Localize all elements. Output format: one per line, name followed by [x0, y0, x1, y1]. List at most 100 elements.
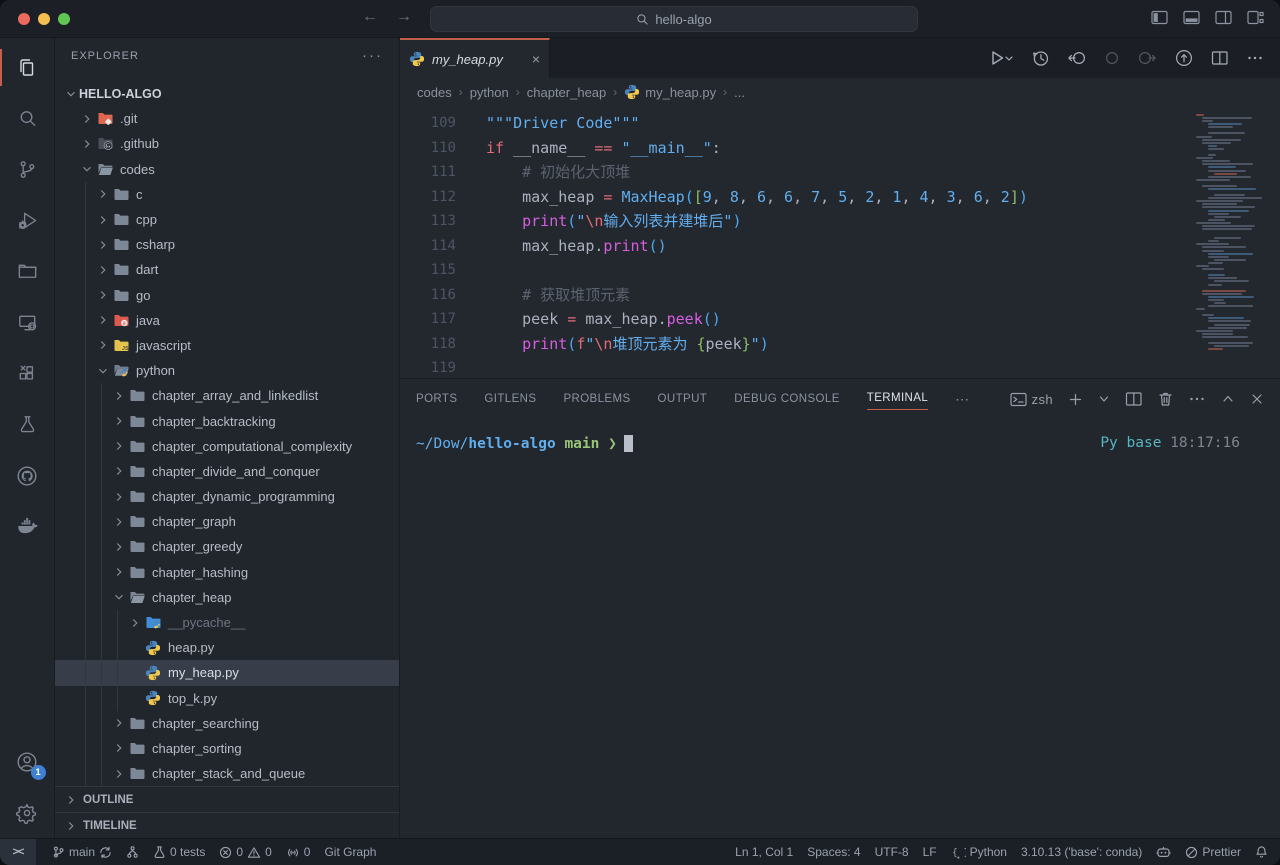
customize-layout-icon[interactable] — [1247, 10, 1264, 25]
panel-tab-ports[interactable]: PORTS — [416, 389, 457, 409]
layout-sidebar-left-icon[interactable] — [1151, 10, 1168, 25]
panel-more-tabs-icon[interactable]: ⋯ — [955, 387, 971, 412]
tree-item-java[interactable]: java — [55, 308, 399, 333]
split-editor-icon[interactable] — [1211, 50, 1229, 66]
navigate-forward-icon[interactable]: → — [396, 8, 412, 26]
close-tab-icon[interactable]: × — [532, 51, 540, 67]
code-editor[interactable]: 109"""Driver Code"""110if __name__ == "_… — [400, 106, 1280, 378]
tree-item-chapter-backtracking[interactable]: chapter_backtracking — [55, 408, 399, 433]
change-indicator-icon[interactable] — [1104, 49, 1120, 67]
breadcrumb-item[interactable]: python — [470, 85, 509, 100]
tree-item-chapter-greedy[interactable]: chapter_greedy — [55, 534, 399, 559]
tree-item-c[interactable]: c — [55, 182, 399, 207]
split-terminal[interactable] — [1125, 391, 1143, 407]
activity-item-accounts[interactable]: 1 — [0, 736, 55, 787]
activity-item-project-folder[interactable] — [0, 246, 55, 297]
timeline-history-icon[interactable] — [1031, 49, 1050, 68]
tree-item-dart[interactable]: dart — [55, 257, 399, 282]
tree-item-chapter-searching[interactable]: chapter_searching — [55, 711, 399, 736]
kill-terminal[interactable] — [1158, 391, 1173, 407]
activity-item-source-control[interactable] — [0, 144, 55, 195]
tree-item-python[interactable]: python — [55, 358, 399, 383]
statusbar-language-mode[interactable]: { }Python — [951, 845, 1007, 859]
statusbar-encoding[interactable]: UTF-8 — [875, 845, 909, 859]
previous-change-icon[interactable] — [1067, 49, 1087, 67]
tree-item--pycache-[interactable]: __pycache__ — [55, 610, 399, 635]
tree-item-chapter-dynamic-programming[interactable]: chapter_dynamic_programming — [55, 484, 399, 509]
panel-tab-problems[interactable]: PROBLEMS — [563, 389, 630, 409]
breadcrumb-item[interactable]: my_heap.py — [624, 84, 716, 100]
launch-profile[interactable] — [1098, 393, 1110, 405]
activity-item-extensions[interactable] — [0, 348, 55, 399]
activity-item-docker[interactable] — [0, 501, 55, 552]
minimap[interactable] — [1196, 114, 1264, 354]
tree-item--github[interactable]: .github — [55, 131, 399, 156]
more-actions-icon[interactable] — [1246, 50, 1264, 66]
navigate-back-icon[interactable]: ← — [362, 8, 378, 26]
tree-item-heap-py[interactable]: heap.py — [55, 635, 399, 660]
tree-item-chapter-sorting[interactable]: chapter_sorting — [55, 736, 399, 761]
activity-item-testing[interactable] — [0, 399, 55, 450]
statusbar-eol[interactable]: LF — [923, 845, 937, 859]
tree-item-csharp[interactable]: csharp — [55, 232, 399, 257]
layout-sidebar-right-icon[interactable] — [1215, 10, 1232, 25]
outline-section[interactable]: OUTLINE — [55, 786, 399, 812]
activity-item-run-and-debug[interactable] — [0, 195, 55, 246]
tree-item-my-heap-py[interactable]: my_heap.py — [55, 660, 399, 685]
tree-item-chapter-graph[interactable]: chapter_graph — [55, 509, 399, 534]
breadcrumb-item[interactable]: chapter_heap — [527, 85, 607, 100]
command-center-search[interactable]: hello-algo — [430, 6, 918, 32]
panel-tab-gitlens[interactable]: GITLENS — [484, 389, 536, 409]
close-panel[interactable] — [1250, 392, 1264, 406]
breadcrumb-item[interactable]: codes — [417, 85, 452, 100]
activity-item-settings[interactable] — [0, 787, 55, 838]
activity-item-search[interactable] — [0, 93, 55, 144]
tree-item-chapter-heap[interactable]: chapter_heap — [55, 585, 399, 610]
statusbar-git-graph-button[interactable] — [126, 845, 139, 859]
tree-item-chapter-divide-and-conquer[interactable]: chapter_divide_and_conquer — [55, 459, 399, 484]
timeline-section[interactable]: TIMELINE — [55, 812, 399, 838]
terminal[interactable]: ~/Dow/hello-algo main ❯ Py base 18:17:16 — [400, 419, 1280, 838]
statusbar-indentation[interactable]: Spaces: 4 — [807, 845, 860, 859]
tree-item-go[interactable]: go — [55, 283, 399, 308]
tree-item-chapter-stack-and-queue[interactable]: chapter_stack_and_queue — [55, 761, 399, 786]
layout-panel-icon[interactable] — [1183, 10, 1200, 25]
panel-tab-debug-console[interactable]: DEBUG CONSOLE — [734, 389, 840, 409]
tree-item-hello-algo[interactable]: HELLO-ALGO — [55, 81, 399, 106]
zoom-window-button[interactable] — [58, 13, 70, 25]
tree-item-codes[interactable]: codes — [55, 157, 399, 182]
tree-item-cpp[interactable]: cpp — [55, 207, 399, 232]
run-python-file-icon[interactable] — [988, 49, 1014, 67]
statusbar-notifications[interactable] — [1255, 845, 1268, 859]
more-terminal-actions[interactable] — [1188, 391, 1206, 407]
panel-tab-output[interactable]: OUTPUT — [658, 389, 708, 409]
tab-my-heap-py[interactable]: my_heap.py × — [400, 38, 550, 78]
statusbar-cursor-position[interactable]: Ln 1, Col 1 — [735, 845, 793, 859]
gitlens-graph-icon[interactable] — [1174, 48, 1194, 68]
panel-tab-terminal[interactable]: TERMINAL — [867, 388, 928, 410]
statusbar-python-interpreter[interactable]: 3.10.13 ('base': conda) — [1021, 845, 1142, 859]
close-window-button[interactable] — [18, 13, 30, 25]
statusbar-copilot[interactable] — [1156, 845, 1171, 859]
tree-item-chapter-array-and-linkedlist[interactable]: chapter_array_and_linkedlist — [55, 383, 399, 408]
statusbar-remote-indicator[interactable]: >< — [0, 839, 36, 865]
activity-item-explorer[interactable] — [0, 42, 55, 93]
breadcrumb-item[interactable]: ... — [734, 85, 745, 100]
activity-item-github[interactable] — [0, 450, 55, 501]
tree-item--git[interactable]: .git — [55, 106, 399, 131]
new-terminal[interactable] — [1068, 392, 1083, 407]
minimize-window-button[interactable] — [38, 13, 50, 25]
statusbar-branch-status[interactable]: main — [52, 845, 112, 859]
shell-selector[interactable]: zsh — [1010, 392, 1053, 407]
maximize-panel[interactable] — [1221, 392, 1235, 406]
statusbar-tests-status[interactable]: 0 tests — [153, 845, 205, 859]
tree-item-chapter-computational-complexity[interactable]: chapter_computational_complexity — [55, 434, 399, 459]
statusbar-git-graph-label[interactable]: Git Graph — [324, 845, 376, 859]
next-change-icon[interactable] — [1137, 49, 1157, 67]
statusbar-prettier[interactable]: Prettier — [1185, 845, 1241, 859]
tree-item-top-k-py[interactable]: top_k.py — [55, 686, 399, 711]
explorer-more-actions-icon[interactable]: ··· — [362, 47, 383, 64]
tree-item-javascript[interactable]: JSjavascript — [55, 333, 399, 358]
tree-item-chapter-hashing[interactable]: chapter_hashing — [55, 560, 399, 585]
statusbar-problems-status[interactable]: 00 — [219, 845, 271, 859]
